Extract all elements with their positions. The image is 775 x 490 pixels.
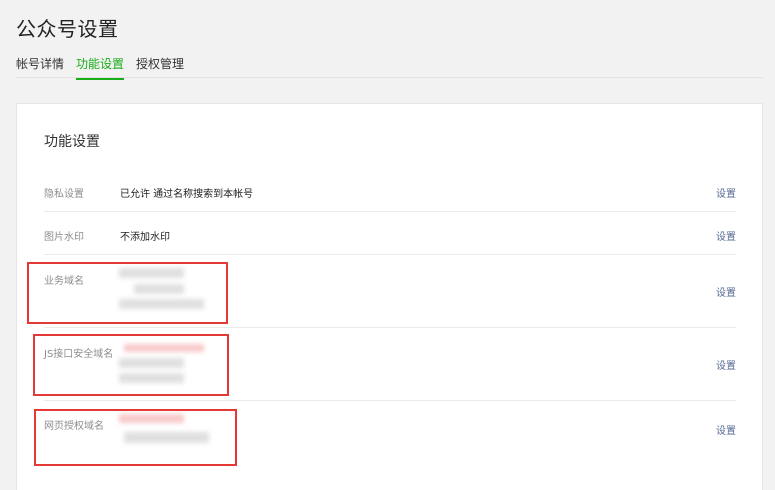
tab-authorization-management[interactable]: 授权管理 xyxy=(136,55,184,78)
tab-bar: 帐号详情 功能设置 授权管理 xyxy=(16,55,763,80)
section-title: 功能设置 xyxy=(44,134,100,150)
watermark-label: 图片水印 xyxy=(44,232,84,243)
privacy-settings-link[interactable]: 设置 xyxy=(716,185,736,200)
page-title: 公众号设置 xyxy=(16,17,119,41)
settings-page: 公众号设置 帐号详情 功能设置 授权管理 功能设置 隐私设置 已允许 通过名称搜… xyxy=(0,0,775,490)
privacy-label: 隐私设置 xyxy=(44,189,84,200)
settings-row-watermark: 图片水印 不添加水印 设置 xyxy=(44,211,736,255)
oauth-domain-settings-link[interactable]: 设置 xyxy=(716,422,736,437)
tab-function-settings[interactable]: 功能设置 xyxy=(76,55,125,80)
settings-row-privacy: 隐私设置 已允许 通过名称搜索到本帐号 设置 xyxy=(44,168,736,212)
highlight-box-business-domain xyxy=(27,262,228,324)
js-domain-settings-link[interactable]: 设置 xyxy=(716,357,736,372)
watermark-settings-link[interactable]: 设置 xyxy=(716,228,736,243)
highlight-box-oauth-domain xyxy=(34,409,237,466)
privacy-value: 已允许 通过名称搜索到本帐号 xyxy=(120,189,254,200)
highlight-box-js-domain xyxy=(33,334,229,396)
watermark-value: 不添加水印 xyxy=(120,232,170,243)
business-domain-settings-link[interactable]: 设置 xyxy=(716,284,736,299)
tab-account-details[interactable]: 帐号详情 xyxy=(16,55,64,78)
